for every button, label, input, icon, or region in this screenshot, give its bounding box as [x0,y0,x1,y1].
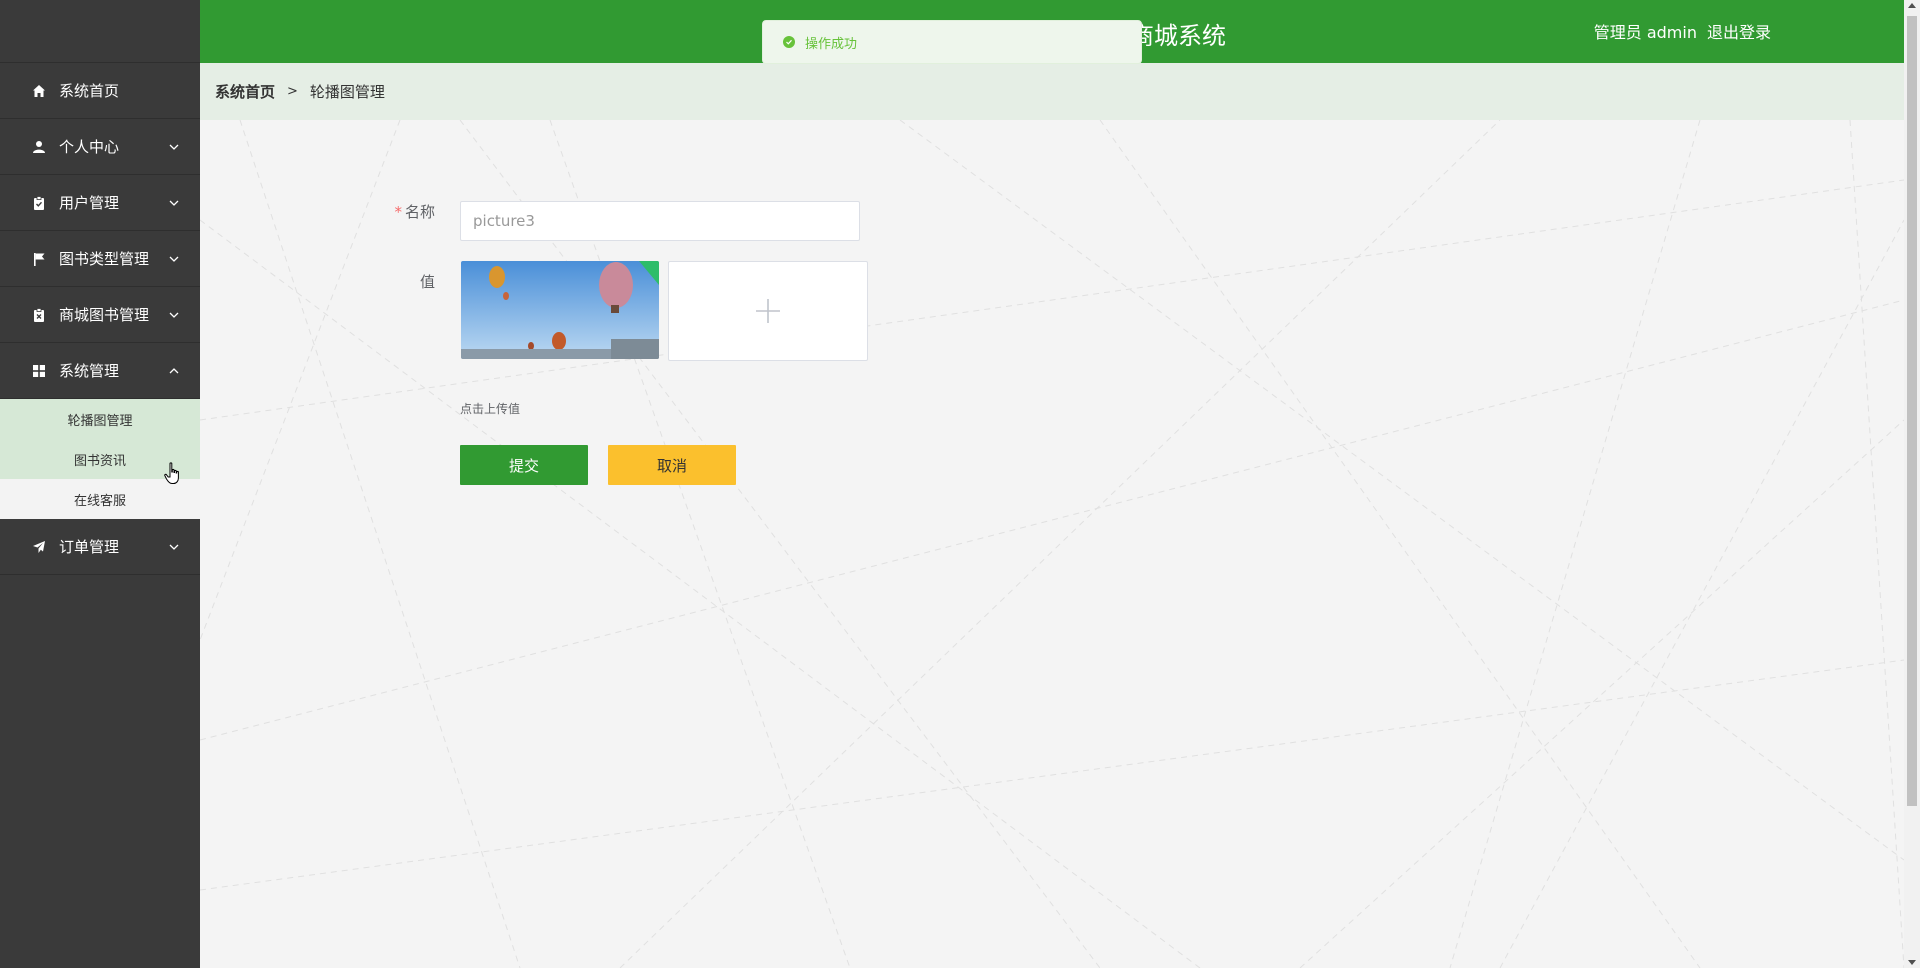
chevron-down-icon [168,309,180,321]
sidebar-item-books[interactable]: 商城图书管理 [0,287,200,343]
sidebar-item-users[interactable]: 用户管理 [0,175,200,231]
name-label: * 名称 [394,203,435,221]
chevron-down-icon [168,141,180,153]
sidebar-logo-area [0,0,200,63]
hand-cursor-icon [164,462,182,490]
scrollbar-thumb[interactable] [1907,16,1917,806]
submenu-item-carousel[interactable]: 轮播图管理 [0,399,200,439]
submit-button[interactable]: 提交 [460,445,588,485]
form-row-name: * 名称 [375,201,435,222]
page-scrollbar[interactable] [1904,0,1920,968]
scroll-down-arrow[interactable] [1908,960,1916,965]
clipboard-icon [31,195,47,211]
sidebar-item-system[interactable]: 系统管理 [0,343,200,399]
chevron-down-icon [168,253,180,265]
background-lines-pattern [200,120,1904,968]
scroll-up-arrow[interactable] [1908,3,1916,8]
toast-message: 操作成功 [805,36,858,52]
send-icon [31,539,47,555]
sidebar-item-orders[interactable]: 订单管理 [0,519,200,575]
sidebar-item-label: 用户管理 [59,194,120,212]
system-submenu: 轮播图管理 图书资讯 在线客服 [0,399,200,519]
upload-add-button[interactable] [668,261,868,361]
upload-tip: 点击上传值 [460,402,521,416]
sidebar-item-profile[interactable]: 个人中心 [0,119,200,175]
name-input[interactable]: picture3 [460,201,860,241]
user-icon [31,139,47,155]
chevron-down-icon [168,197,180,209]
plus-icon [756,299,780,323]
sidebar-item-label: 订单管理 [59,538,120,556]
clipboard-x-icon [31,307,47,323]
breadcrumb-current: 轮播图管理 [309,83,385,101]
user-label: 管理员 admin [1593,23,1697,42]
flag-icon [31,251,47,267]
app-title: 商城系统 [1130,22,1226,50]
uploaded-image-thumbnail[interactable] [461,261,659,359]
sidebar-item-label: 图书类型管理 [59,250,150,268]
home-icon [31,83,47,99]
sidebar-item-label: 系统管理 [59,362,120,380]
breadcrumb: 系统首页 > 轮播图管理 [200,63,1904,120]
grid-icon [31,363,47,379]
sidebar-item-book-types[interactable]: 图书类型管理 [0,231,200,287]
sidebar-item-label: 商城图书管理 [59,306,150,324]
value-label: 值 [419,273,435,291]
breadcrumb-home[interactable]: 系统首页 [215,81,275,102]
chevron-down-icon [168,541,180,553]
header-user-area: 管理员 admin 退出登录 [1594,19,1771,43]
main-content: * 名称 picture3 值 点击上传值 提交 取消 [200,120,1904,968]
sidebar-item-label: 系统首页 [59,82,120,100]
success-toast: 操作成功 [762,20,1142,64]
cancel-button[interactable]: 取消 [608,445,736,485]
breadcrumb-separator: > [287,84,298,99]
balloon-image [461,261,659,359]
logout-button[interactable]: 退出登录 [1707,19,1771,43]
required-mark: * [394,203,402,221]
chevron-up-icon [168,365,180,377]
check-circle-icon [783,36,795,48]
sidebar-item-label: 个人中心 [59,138,120,156]
sidebar-item-home[interactable]: 系统首页 [0,63,200,119]
